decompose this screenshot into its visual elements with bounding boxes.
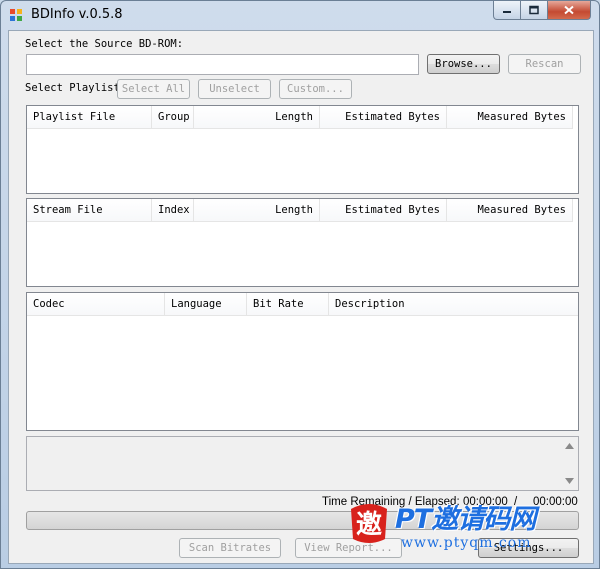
title-bar[interactable]: BDInfo v.0.5.8 bbox=[1, 1, 599, 29]
playlist-label: Select Playlist bbox=[25, 82, 120, 94]
col-codec[interactable]: Codec bbox=[27, 293, 165, 315]
col-bit-rate[interactable]: Bit Rate bbox=[247, 293, 329, 315]
app-icon bbox=[10, 9, 22, 21]
client-area: Select the Source BD-ROM: Browse... Resc… bbox=[8, 30, 594, 564]
maximize-button[interactable] bbox=[521, 1, 548, 20]
close-icon bbox=[564, 5, 574, 15]
codec-header: Codec Language Bit Rate Description bbox=[27, 293, 578, 316]
stream-list[interactable]: Stream File Index Length Estimated Bytes… bbox=[26, 198, 579, 287]
col-group[interactable]: Group bbox=[152, 106, 194, 128]
minimize-icon bbox=[503, 11, 511, 13]
maximize-icon bbox=[529, 5, 539, 15]
stream-header: Stream File Index Length Estimated Bytes… bbox=[27, 199, 573, 222]
close-button[interactable] bbox=[548, 1, 591, 20]
col-length[interactable]: Length bbox=[194, 199, 320, 221]
report-scrollbar[interactable] bbox=[561, 437, 578, 490]
select-all-button[interactable]: Select All bbox=[117, 79, 190, 99]
col-length[interactable]: Length bbox=[194, 106, 320, 128]
col-index[interactable]: Index bbox=[152, 199, 194, 221]
minimize-button[interactable] bbox=[493, 1, 521, 20]
col-estimated-bytes[interactable]: Estimated Bytes bbox=[320, 106, 447, 128]
col-description[interactable]: Description bbox=[329, 293, 578, 315]
scroll-up-icon[interactable] bbox=[565, 443, 574, 449]
col-stream-file[interactable]: Stream File bbox=[27, 199, 152, 221]
source-label: Select the Source BD-ROM: bbox=[25, 38, 184, 50]
browse-button[interactable]: Browse... bbox=[427, 54, 500, 74]
window-title: BDInfo v.0.5.8 bbox=[31, 7, 123, 22]
col-language[interactable]: Language bbox=[165, 293, 247, 315]
source-path-input[interactable] bbox=[26, 54, 419, 75]
watermark-logo: 邀 PT邀请码网 www.ptyqm.com bbox=[345, 497, 595, 557]
codec-list[interactable]: Codec Language Bit Rate Description bbox=[26, 292, 579, 431]
bdinfo-window: BDInfo v.0.5.8 Select the Source BD-ROM:… bbox=[0, 0, 600, 569]
report-textbox[interactable] bbox=[26, 436, 579, 491]
custom-button[interactable]: Custom... bbox=[279, 79, 352, 99]
scan-bitrates-button[interactable]: Scan Bitrates bbox=[179, 538, 281, 558]
playlist-header: Playlist File Group Length Estimated Byt… bbox=[27, 106, 573, 129]
col-estimated-bytes[interactable]: Estimated Bytes bbox=[320, 199, 447, 221]
watermark-glyph: 邀 bbox=[356, 510, 382, 540]
playlist-list[interactable]: Playlist File Group Length Estimated Byt… bbox=[26, 105, 579, 194]
col-measured-bytes[interactable]: Measured Bytes bbox=[447, 199, 573, 221]
window-controls bbox=[493, 1, 591, 20]
col-playlist-file[interactable]: Playlist File bbox=[27, 106, 152, 128]
watermark-brand: PT邀请码网 bbox=[395, 504, 536, 535]
rescan-button[interactable]: Rescan bbox=[508, 54, 581, 74]
scroll-down-icon[interactable] bbox=[565, 478, 574, 484]
col-measured-bytes[interactable]: Measured Bytes bbox=[447, 106, 573, 128]
unselect-button[interactable]: Unselect bbox=[198, 79, 271, 99]
watermark-url: www.ptyqm.com bbox=[401, 535, 532, 551]
watermark-seal-icon: 邀 bbox=[351, 504, 387, 543]
